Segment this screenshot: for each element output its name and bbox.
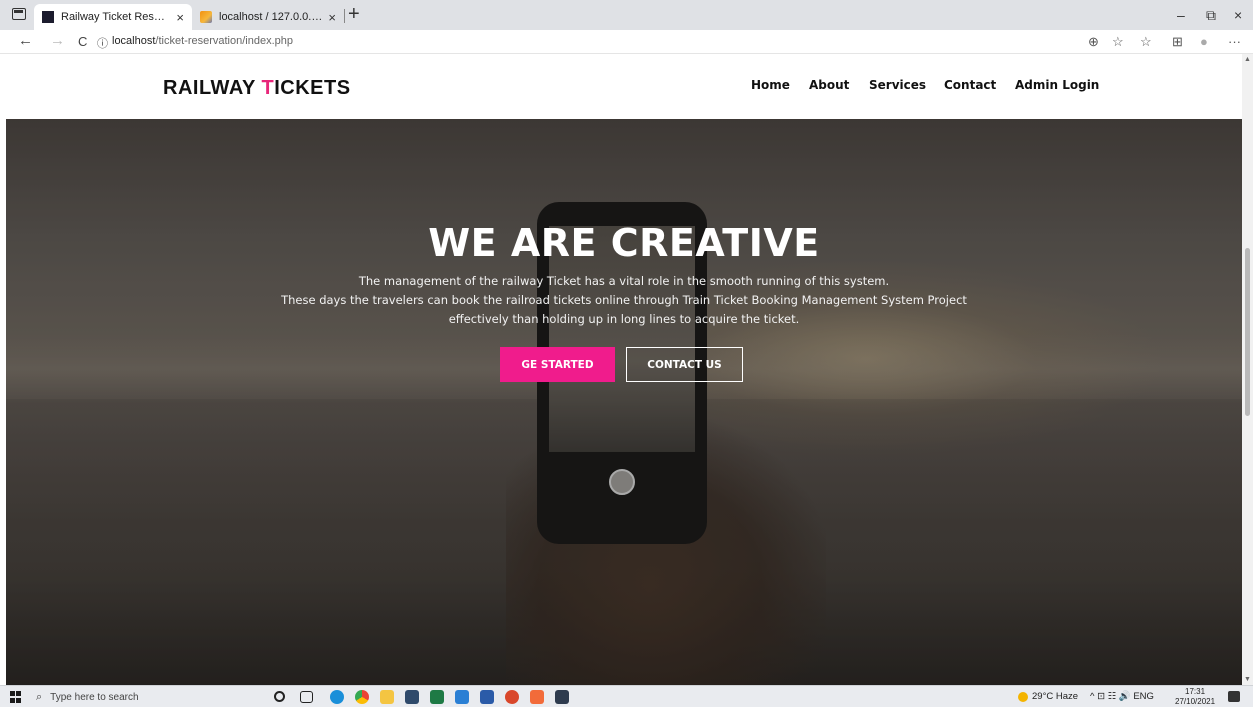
- file-explorer-icon[interactable]: [380, 690, 394, 704]
- excel-icon[interactable]: [430, 690, 444, 704]
- minimize-button[interactable]: –: [1177, 7, 1185, 23]
- url-host: localhost: [112, 35, 156, 47]
- logo-text-part1: RAILWAY: [163, 77, 262, 99]
- hero-description-line: These days the travelers can book the ra…: [281, 293, 967, 307]
- edge-browser-icon[interactable]: [330, 690, 344, 704]
- taskbar-clock[interactable]: 17:31 27/10/2021: [1175, 687, 1215, 707]
- forward-arrow-icon[interactable]: →: [50, 32, 65, 49]
- cortana-icon[interactable]: [274, 691, 285, 702]
- close-window-button[interactable]: ×: [1234, 7, 1242, 23]
- new-tab-button[interactable]: +: [348, 3, 360, 26]
- zoom-icon[interactable]: ⊕: [1088, 34, 1099, 50]
- contact-us-button[interactable]: CONTACT US: [626, 347, 743, 382]
- mail-icon[interactable]: [405, 690, 419, 704]
- notifications-icon[interactable]: [1228, 691, 1240, 702]
- restore-button[interactable]: ⧉: [1206, 7, 1216, 24]
- nav-admin-login[interactable]: Admin Login: [1015, 78, 1099, 92]
- hero-description-line: The management of the railway Ticket has…: [358, 274, 890, 288]
- logo-text-part2: ICKETS: [274, 77, 351, 99]
- favorites-list-icon[interactable]: ☆: [1140, 34, 1152, 50]
- hero-section: WE ARE CREATIVE The management of the ra…: [6, 119, 1242, 685]
- settings-more-icon[interactable]: ···: [1228, 34, 1241, 49]
- close-tab-icon[interactable]: ×: [328, 10, 336, 25]
- word-icon[interactable]: [480, 690, 494, 704]
- hero-overlay: [6, 119, 1242, 685]
- nav-services[interactable]: Services: [869, 78, 926, 92]
- nav-contact[interactable]: Contact: [944, 78, 996, 92]
- taskbar-search-box[interactable]: ⌕ Type here to search: [36, 689, 256, 705]
- url-path: /ticket-reservation/index.php: [155, 35, 293, 47]
- tab-actions-menu-icon[interactable]: [12, 8, 26, 20]
- tab-label: localhost / 127.0.0.1 / medallion: [219, 11, 322, 23]
- site-info-icon[interactable]: ⓘ: [97, 35, 108, 51]
- taskbar-search-placeholder: Type here to search: [50, 691, 139, 703]
- logo-text-accent: T: [261, 77, 275, 99]
- browser-toolbar: ← → C ⓘ localhost/ticket-reservation/ind…: [0, 30, 1253, 54]
- windows-start-icon[interactable]: [10, 691, 22, 703]
- nav-about[interactable]: About: [809, 78, 849, 92]
- scrollbar-thumb[interactable]: [1245, 248, 1250, 416]
- hero-description: The management of the railway Ticket has…: [6, 272, 1242, 329]
- task-view-icon[interactable]: [300, 691, 313, 703]
- collections-icon[interactable]: ⊞: [1172, 34, 1183, 50]
- windows-taskbar: ⌕ Type here to search 29°C Haze ^ ⊡ ☷ 🔊 …: [0, 685, 1253, 707]
- page-scrollbar[interactable]: ▲ ▼: [1242, 54, 1253, 685]
- scroll-down-arrow-icon[interactable]: ▼: [1244, 676, 1251, 683]
- tab-label: Railway Ticket Reservation: [61, 11, 170, 23]
- get-started-button[interactable]: GE STARTED: [500, 347, 615, 382]
- photos-icon[interactable]: [555, 690, 569, 704]
- chrome-browser-icon[interactable]: [355, 690, 369, 704]
- xampp-icon[interactable]: [530, 690, 544, 704]
- site-header: RAILWAY TICKETS Home About Services Cont…: [0, 54, 1253, 119]
- search-icon: ⌕: [36, 690, 43, 703]
- hero-title: WE ARE CREATIVE: [428, 221, 820, 265]
- vscode-icon[interactable]: [455, 690, 469, 704]
- favorite-star-icon[interactable]: ☆: [1112, 34, 1124, 50]
- scroll-up-arrow-icon[interactable]: ▲: [1244, 56, 1251, 63]
- tab-phpmyadmin[interactable]: localhost / 127.0.0.1 / medallion ×: [192, 4, 344, 30]
- weather-icon[interactable]: [1018, 692, 1028, 702]
- weather-text[interactable]: 29°C Haze: [1032, 691, 1078, 702]
- browser-tab-strip: Railway Ticket Reservation × localhost /…: [0, 0, 1253, 30]
- powerpoint-icon[interactable]: [505, 690, 519, 704]
- profile-avatar-icon[interactable]: ●: [1200, 34, 1208, 49]
- phpmyadmin-favicon-icon: [200, 11, 212, 23]
- site-favicon-icon: [42, 11, 54, 23]
- clock-time: 17:31: [1185, 687, 1206, 696]
- tab-railway-ticket-reservation[interactable]: Railway Ticket Reservation ×: [34, 4, 192, 30]
- back-arrow-icon[interactable]: ←: [18, 32, 33, 49]
- tab-divider: [344, 9, 345, 23]
- system-tray-icons[interactable]: ^ ⊡ ☷ 🔊 ENG: [1090, 691, 1154, 702]
- hero-description-line: effectively than holding up in long line…: [448, 312, 800, 326]
- close-tab-icon[interactable]: ×: [176, 10, 184, 25]
- address-bar[interactable]: localhost/ticket-reservation/index.php: [112, 35, 293, 47]
- nav-home[interactable]: Home: [751, 78, 790, 92]
- site-logo[interactable]: RAILWAY TICKETS: [163, 77, 351, 100]
- reload-icon[interactable]: C: [78, 34, 87, 49]
- clock-date: 27/10/2021: [1175, 697, 1216, 706]
